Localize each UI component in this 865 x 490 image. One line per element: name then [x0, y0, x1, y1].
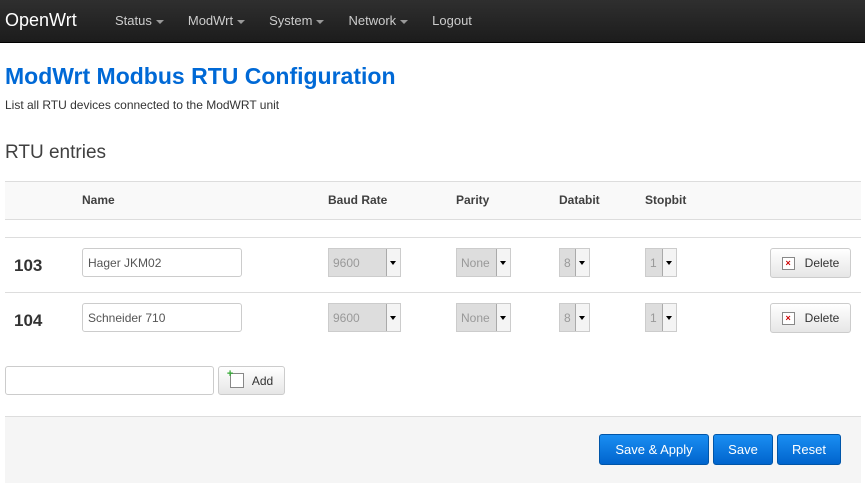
chevron-down-icon [400, 19, 409, 24]
chevron-down-icon [390, 261, 396, 265]
add-icon [227, 368, 244, 388]
header-baud-rate: Baud Rate [328, 193, 388, 207]
reset-button[interactable]: Reset [777, 434, 841, 465]
menu-logout-label: Logout [432, 13, 472, 28]
chevron-down-icon [666, 316, 672, 320]
delete-icon: × [781, 256, 795, 270]
menu-system[interactable]: System [257, 0, 336, 42]
menu-modwrt-label: ModWrt [187, 13, 234, 28]
baud-rate-value: 9600 [333, 311, 360, 325]
dropdown-button [386, 304, 400, 331]
device-name-input[interactable] [82, 303, 242, 332]
header-databit: Databit [559, 193, 600, 207]
baud-rate-select[interactable]: 9600 [328, 303, 401, 332]
chevron-down-icon [316, 19, 325, 24]
main-menu: Status ModWrt System Network Logout [103, 0, 484, 42]
row-id: 104 [14, 311, 43, 330]
chevron-down-icon [579, 316, 585, 320]
stopbit-select[interactable]: 1 [645, 248, 677, 277]
dropdown-button [662, 304, 676, 331]
dropdown-button [575, 304, 589, 331]
menu-network[interactable]: Network [336, 0, 420, 42]
add-label: Add [251, 373, 274, 388]
header-stopbit: Stopbit [645, 193, 687, 207]
device-name-input[interactable] [82, 248, 242, 277]
parity-select[interactable]: None [456, 248, 511, 277]
databit-value: 8 [564, 311, 571, 325]
save-apply-button[interactable]: Save & Apply [599, 434, 709, 465]
dropdown-button [575, 249, 589, 276]
chevron-down-icon [390, 316, 396, 320]
page-title: ModWrt Modbus RTU Configuration [5, 63, 396, 89]
chevron-down-icon [237, 19, 246, 24]
dropdown-button [496, 249, 510, 276]
parity-select[interactable]: None [456, 303, 511, 332]
dropdown-button [496, 304, 510, 331]
menu-system-label: System [269, 13, 313, 28]
header-name: Name [82, 193, 115, 207]
row-id: 103 [14, 256, 43, 275]
stopbit-value: 1 [650, 256, 657, 270]
menu-logout[interactable]: Logout [420, 0, 484, 42]
dropdown-button [662, 249, 676, 276]
databit-select[interactable]: 8 [559, 303, 590, 332]
chevron-down-icon [579, 261, 585, 265]
baud-rate-value: 9600 [333, 256, 360, 270]
chevron-down-icon [666, 261, 672, 265]
top-navbar: OpenWrt Status ModWrt System Network Log… [0, 0, 865, 43]
delete-button[interactable]: × Delete [770, 248, 851, 278]
delete-icon: × [781, 311, 795, 325]
dropdown-button [386, 249, 400, 276]
menu-status[interactable]: Status [103, 0, 176, 42]
menu-status-label: Status [115, 13, 152, 28]
chevron-down-icon [155, 19, 164, 24]
table-row: 104 9600 None 8 1 × Delete [5, 292, 861, 347]
brand-logo[interactable]: OpenWrt [5, 10, 77, 31]
section-title: RTU entries [5, 142, 107, 163]
databit-value: 8 [564, 256, 571, 270]
delete-button[interactable]: × Delete [770, 303, 851, 333]
header-parity: Parity [456, 193, 490, 207]
parity-value: None [461, 256, 490, 270]
delete-label: Delete [804, 311, 840, 325]
chevron-down-icon [500, 316, 506, 320]
baud-rate-select[interactable]: 9600 [328, 248, 401, 277]
table-header: Name Baud Rate Parity Databit Stopbit [5, 181, 861, 220]
new-entry-input[interactable] [5, 366, 214, 395]
stopbit-select[interactable]: 1 [645, 303, 677, 332]
add-button[interactable]: Add [218, 366, 285, 395]
stopbit-value: 1 [650, 311, 657, 325]
delete-label: Delete [804, 256, 840, 270]
page-description: List all RTU devices connected to the Mo… [5, 98, 280, 112]
menu-network-label: Network [348, 13, 397, 28]
save-button[interactable]: Save [713, 434, 773, 465]
chevron-down-icon [500, 261, 506, 265]
table-row: 103 9600 None 8 1 × Delete [5, 237, 861, 292]
menu-modwrt[interactable]: ModWrt [176, 0, 257, 42]
databit-select[interactable]: 8 [559, 248, 590, 277]
parity-value: None [461, 311, 490, 325]
